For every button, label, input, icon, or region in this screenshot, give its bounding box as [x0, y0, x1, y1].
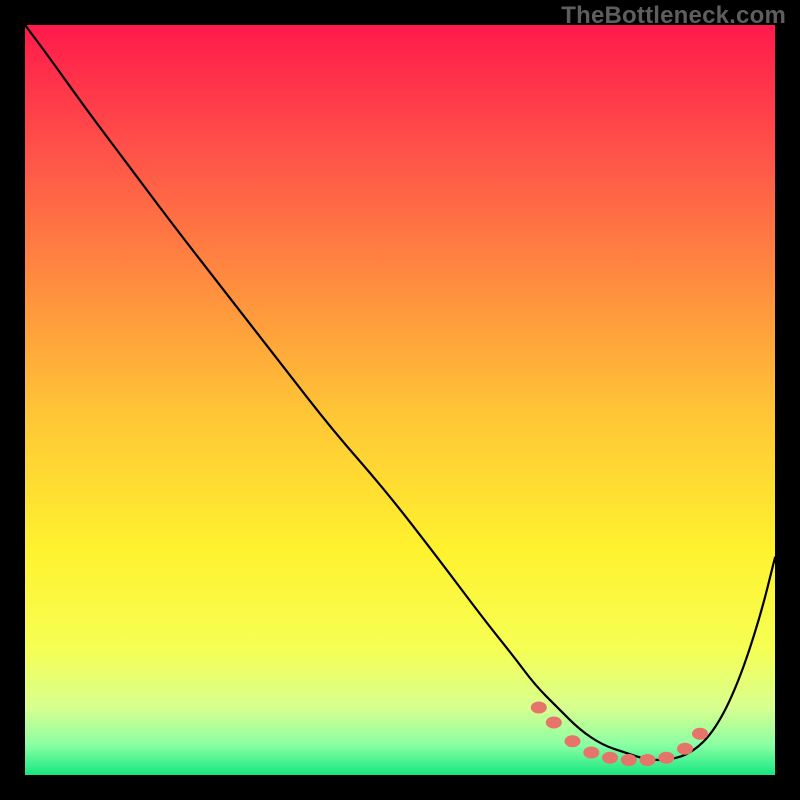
curve-marker	[602, 752, 618, 764]
plot-area	[25, 25, 775, 775]
watermark-text: TheBottleneck.com	[561, 2, 786, 30]
gradient-background	[25, 25, 775, 775]
curve-marker	[531, 702, 547, 714]
curve-marker	[658, 752, 674, 764]
chart-frame: TheBottleneck.com	[0, 0, 800, 800]
curve-marker	[640, 754, 656, 766]
curve-marker	[692, 728, 708, 740]
chart-svg	[25, 25, 775, 775]
curve-marker	[621, 754, 637, 766]
curve-marker	[583, 747, 599, 759]
curve-marker	[565, 735, 581, 747]
curve-marker	[677, 743, 693, 755]
curve-marker	[546, 717, 562, 729]
